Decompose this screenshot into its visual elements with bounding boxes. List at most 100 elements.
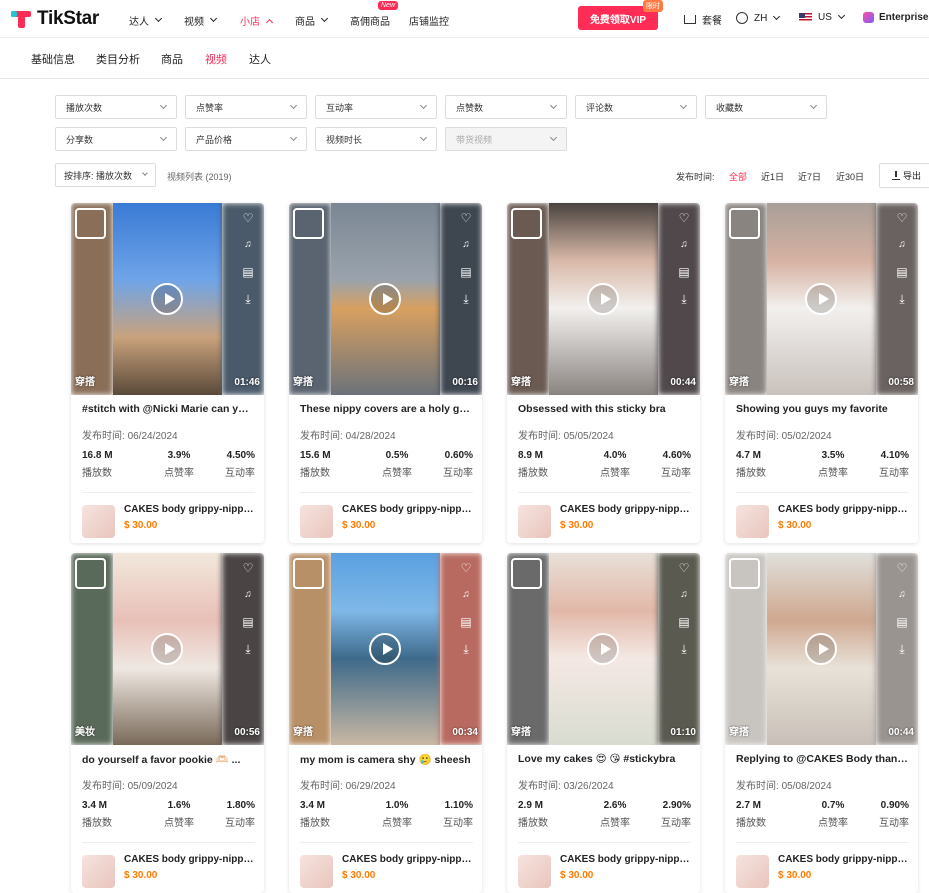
tiktok-icon[interactable]: ♫: [895, 588, 909, 602]
play-icon[interactable]: [151, 633, 183, 665]
creator-avatar[interactable]: [511, 208, 542, 239]
product-image[interactable]: [736, 855, 769, 888]
heart-icon[interactable]: ♡: [241, 211, 255, 225]
video-title[interactable]: do yourself a favor pookie 🫶🏻 ...: [82, 753, 255, 766]
download-icon[interactable]: ⤓: [459, 642, 473, 656]
product-image[interactable]: [300, 855, 333, 888]
video-card[interactable]: 穿搭 01:10 ♡ ♫ ▤ ⤓ Love my cakes 😍 😘 #stickybra 发…: [507, 553, 700, 893]
video-thumbnail[interactable]: 穿搭 01:46 ♡ ♫ ▤ ⤓: [71, 203, 264, 395]
creator-avatar[interactable]: [293, 208, 324, 239]
video-thumbnail[interactable]: 穿搭 00:58 ♡ ♫ ▤ ⤓: [725, 203, 918, 395]
enterprise-link[interactable]: Enterprise: [863, 12, 928, 23]
video-title[interactable]: Obsessed with this sticky bra: [518, 403, 691, 415]
filter-like-rate[interactable]: 点赞率: [185, 95, 307, 119]
filter-product-price[interactable]: 产品价格: [185, 127, 307, 151]
play-icon[interactable]: [369, 283, 401, 315]
tiktok-icon[interactable]: ♫: [241, 588, 255, 602]
heart-icon[interactable]: ♡: [677, 561, 691, 575]
video-thumbnail[interactable]: 穿搭 00:44 ♡ ♫ ▤ ⤓: [507, 203, 700, 395]
video-thumbnail[interactable]: 穿搭 01:10 ♡ ♫ ▤ ⤓: [507, 553, 700, 745]
video-card[interactable]: 穿搭 01:46 ♡ ♫ ▤ ⤓ #stitch with @Nicki Marie can…: [71, 203, 264, 543]
play-icon[interactable]: [151, 283, 183, 315]
download-icon[interactable]: ⤓: [241, 292, 255, 306]
sort-selector[interactable]: 按排序: 播放次数: [55, 163, 156, 187]
tab-creators[interactable]: 达人: [249, 51, 271, 67]
product-name[interactable]: CAKES body grippy-nipple covers: [560, 504, 690, 515]
nav-shop[interactable]: 小店: [240, 13, 274, 28]
creator-avatar[interactable]: [75, 558, 106, 589]
video-thumbnail[interactable]: 美妆 00:56 ♡ ♫ ▤ ⤓: [71, 553, 264, 745]
video-title[interactable]: Replying to @CAKES Body thank you: [736, 753, 909, 765]
video-thumbnail[interactable]: 穿搭 00:44 ♡ ♫ ▤ ⤓: [725, 553, 918, 745]
video-card[interactable]: 穿搭 00:34 ♡ ♫ ▤ ⤓ my mom is camera shy 🥲 sheesh…: [289, 553, 482, 893]
product-name[interactable]: CAKES body grippy-nipple covers: [342, 854, 472, 865]
tiktok-icon[interactable]: ♫: [459, 238, 473, 252]
heart-icon[interactable]: ♡: [459, 561, 473, 575]
video-thumbnail[interactable]: 穿搭 00:16 ♡ ♫ ▤ ⤓: [289, 203, 482, 395]
analytics-icon[interactable]: ▤: [895, 265, 909, 279]
video-card[interactable]: 美妆 00:56 ♡ ♫ ▤ ⤓ do yourself a favor pookie 🫶🏻…: [71, 553, 264, 893]
tab-videos[interactable]: 视频: [205, 51, 227, 67]
filter-engagement-rate[interactable]: 互动率: [315, 95, 437, 119]
product-image[interactable]: [518, 855, 551, 888]
heart-icon[interactable]: ♡: [895, 211, 909, 225]
video-title[interactable]: #stitch with @Nicki Marie can you help m…: [82, 403, 255, 415]
analytics-icon[interactable]: ▤: [895, 615, 909, 629]
analytics-icon[interactable]: ▤: [241, 265, 255, 279]
video-thumbnail[interactable]: 穿搭 00:34 ♡ ♫ ▤ ⤓: [289, 553, 482, 745]
filter-shares[interactable]: 分享数: [55, 127, 177, 151]
nav-products[interactable]: 商品: [295, 13, 329, 28]
nav-high-commission[interactable]: 高佣商品: [350, 13, 390, 28]
tab-category-analysis[interactable]: 类目分析: [96, 51, 140, 67]
heart-icon[interactable]: ♡: [459, 211, 473, 225]
video-card[interactable]: 穿搭 00:58 ♡ ♫ ▤ ⤓ Showing you guys my favorite 发…: [725, 203, 918, 543]
nav-shop-monitor[interactable]: 店铺监控: [409, 13, 449, 28]
tiktok-icon[interactable]: ♫: [241, 238, 255, 252]
analytics-icon[interactable]: ▤: [459, 265, 473, 279]
product-name[interactable]: CAKES body grippy-nipple covers: [778, 854, 908, 865]
nav-creators[interactable]: 达人: [129, 13, 163, 28]
product-name[interactable]: CAKES body grippy-nipple covers: [560, 854, 690, 865]
creator-avatar[interactable]: [729, 558, 760, 589]
region-selector[interactable]: US: [799, 11, 845, 23]
video-card[interactable]: 穿搭 00:16 ♡ ♫ ▤ ⤓ These nippy covers are a holy…: [289, 203, 482, 543]
heart-icon[interactable]: ♡: [895, 561, 909, 575]
creator-avatar[interactable]: [511, 558, 542, 589]
product-image[interactable]: [518, 505, 551, 538]
play-icon[interactable]: [587, 633, 619, 665]
nav-videos[interactable]: 视频: [184, 13, 218, 28]
tab-basic-info[interactable]: 基础信息: [31, 51, 75, 67]
filter-favorites[interactable]: 收藏数: [705, 95, 827, 119]
play-icon[interactable]: [805, 633, 837, 665]
analytics-icon[interactable]: ▤: [459, 615, 473, 629]
play-icon[interactable]: [369, 633, 401, 665]
tiktok-icon[interactable]: ♫: [677, 588, 691, 602]
filter-comments[interactable]: 评论数: [575, 95, 697, 119]
tab-products[interactable]: 商品: [161, 51, 183, 67]
analytics-icon[interactable]: ▤: [677, 265, 691, 279]
creator-avatar[interactable]: [293, 558, 324, 589]
filter-likes[interactable]: 点赞数: [445, 95, 567, 119]
product-name[interactable]: CAKES body grippy-nipple covers: [124, 854, 254, 865]
video-title[interactable]: These nippy covers are a holy grail: [300, 403, 473, 415]
play-icon[interactable]: [805, 283, 837, 315]
time-filter-all[interactable]: 全部: [729, 170, 747, 183]
product-name[interactable]: CAKES body grippy-nipple covers: [342, 504, 472, 515]
analytics-icon[interactable]: ▤: [241, 615, 255, 629]
product-name[interactable]: CAKES body grippy-nipple covers: [778, 504, 908, 515]
product-image[interactable]: [82, 855, 115, 888]
product-image[interactable]: [736, 505, 769, 538]
download-icon[interactable]: ⤓: [459, 292, 473, 306]
filter-views[interactable]: 播放次数: [55, 95, 177, 119]
plan-menu[interactable]: 套餐: [684, 12, 722, 27]
time-filter-30d[interactable]: 近30日: [836, 170, 864, 183]
product-image[interactable]: [82, 505, 115, 538]
creator-avatar[interactable]: [729, 208, 760, 239]
video-title[interactable]: my mom is camera shy 🥲 sheesh: [300, 753, 473, 766]
time-filter-7d[interactable]: 近7日: [798, 170, 821, 183]
download-icon[interactable]: ⤓: [677, 642, 691, 656]
video-card[interactable]: 穿搭 00:44 ♡ ♫ ▤ ⤓ Obsessed with this sticky bra…: [507, 203, 700, 543]
play-icon[interactable]: [587, 283, 619, 315]
time-filter-1d[interactable]: 近1日: [761, 170, 784, 183]
language-selector[interactable]: ZH: [736, 12, 781, 24]
